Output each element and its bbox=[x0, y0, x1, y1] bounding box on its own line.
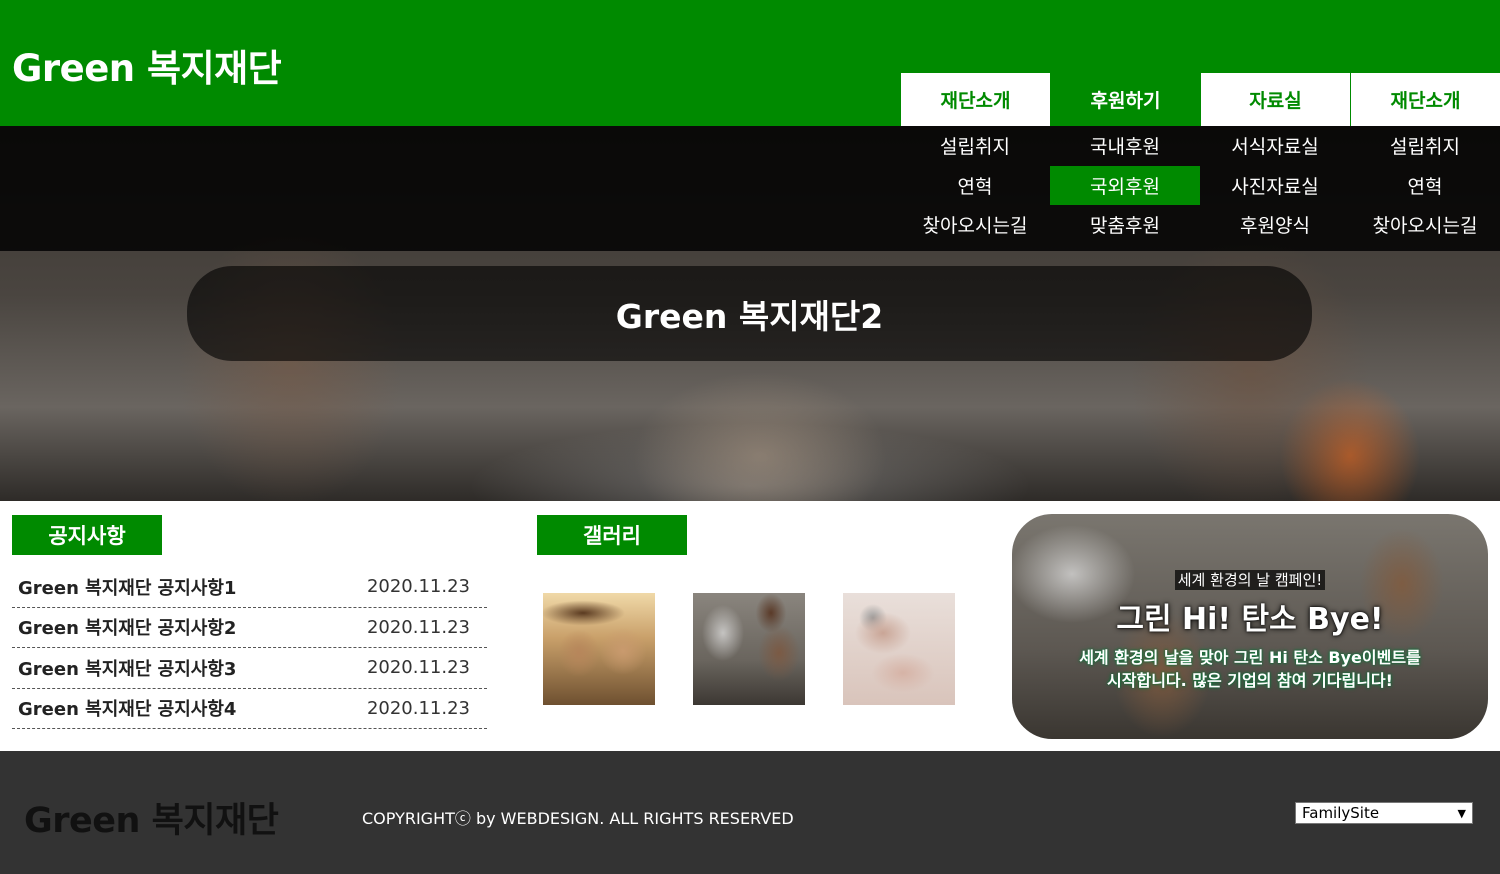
submenu-item[interactable]: 후원양식 bbox=[1200, 205, 1350, 245]
campaign-title: 그린 Hi! 탄소 Bye! bbox=[1116, 602, 1384, 637]
copyright-text: COPYRIGHTⓒ by WEBDESIGN. ALL RIGHTS RESE… bbox=[362, 809, 794, 828]
submenu-item[interactable]: 설립취지 bbox=[1350, 126, 1500, 166]
notice-list: Green 복지재단 공지사항1 2020.11.23 Green 복지재단 공… bbox=[12, 567, 487, 729]
submenu-column-about-2: 설립취지 연혁 찾아오시는길 bbox=[1350, 126, 1500, 245]
notice-row[interactable]: Green 복지재단 공지사항2 2020.11.23 bbox=[12, 608, 487, 648]
notice-row[interactable]: Green 복지재단 공지사항4 2020.11.23 bbox=[12, 689, 487, 729]
submenu-item-active[interactable]: 국외후원 bbox=[1050, 165, 1200, 205]
gallery-heading-tab[interactable]: 갤러리 bbox=[537, 515, 687, 555]
submenu-item[interactable]: 서식자료실 bbox=[1200, 126, 1350, 166]
main-nav: 재단소개 후원하기 자료실 재단소개 bbox=[900, 73, 1500, 126]
nav-item-about-2[interactable]: 재단소개 bbox=[1350, 73, 1500, 126]
campaign-desc-line: 시작합니다. 많은 기업의 참여 기다립니다! bbox=[1107, 671, 1393, 690]
submenu-column-about: 설립취지 연혁 찾아오시는길 bbox=[900, 126, 1050, 245]
campaign-description: 세계 환경의 날을 맞아 그린 Hi 탄소 Bye이벤트를 시작합니다. 많은 … bbox=[1042, 646, 1458, 692]
notice-heading-tab[interactable]: 공지사항 bbox=[12, 515, 162, 555]
notice-date: 2020.11.23 bbox=[366, 616, 470, 638]
submenu-item[interactable]: 연혁 bbox=[1350, 166, 1500, 206]
family-site-value: FamilySite bbox=[1302, 804, 1380, 822]
notice-date: 2020.11.23 bbox=[366, 657, 470, 679]
campaign-tag: 세계 환경의 날 캠페인! bbox=[1174, 570, 1326, 590]
footer-logo: Green 복지재단 bbox=[24, 801, 279, 841]
footer: Green 복지재단 COPYRIGHTⓒ by WEBDESIGN. ALL … bbox=[0, 751, 1500, 874]
notice-title[interactable]: Green 복지재단 공지사항2 bbox=[18, 614, 236, 640]
notice-title[interactable]: Green 복지재단 공지사항4 bbox=[18, 695, 236, 721]
nav-item-donate[interactable]: 후원하기 bbox=[1050, 73, 1200, 126]
campaign-tag-wrap: 세계 환경의 날 캠페인! bbox=[1012, 569, 1488, 590]
submenu-item[interactable]: 찾아오시는길 bbox=[900, 205, 1050, 245]
submenu-item[interactable]: 설립취지 bbox=[900, 126, 1050, 166]
campaign-desc-line: 세계 환경의 날을 맞아 그린 Hi 탄소 Bye이벤트를 bbox=[1079, 648, 1421, 667]
notice-title[interactable]: Green 복지재단 공지사항1 bbox=[18, 574, 236, 600]
notice-row[interactable]: Green 복지재단 공지사항1 2020.11.23 bbox=[12, 567, 487, 608]
gallery-thumbnail[interactable] bbox=[843, 593, 955, 705]
submenu-item[interactable]: 연혁 bbox=[900, 166, 1050, 206]
submenu-column-donate: 국내후원 국외후원 맞춤후원 bbox=[1050, 126, 1200, 245]
site-logo[interactable]: Green 복지재단 bbox=[12, 38, 282, 92]
submenu-item[interactable]: 맞춤후원 bbox=[1050, 205, 1200, 245]
chevron-down-icon: ▼ bbox=[1457, 806, 1466, 820]
hero-title: Green 복지재단2 bbox=[187, 266, 1312, 361]
notice-date: 2020.11.23 bbox=[366, 697, 470, 719]
page: Green 복지재단 재단소개 후원하기 자료실 재단소개 설립취지 연혁 찾아… bbox=[0, 0, 1500, 874]
campaign-card[interactable]: 세계 환경의 날 캠페인! 그린 Hi! 탄소 Bye! 세계 환경의 날을 맞… bbox=[1012, 514, 1488, 739]
nav-item-archive[interactable]: 자료실 bbox=[1200, 73, 1350, 126]
notice-row[interactable]: Green 복지재단 공지사항3 2020.11.23 bbox=[12, 648, 487, 689]
hero-banner-image: 설립취지 연혁 찾아오시는길 국내후원 국외후원 맞춤후원 서식자료실 사진자료… bbox=[0, 126, 1500, 501]
submenu-item[interactable]: 사진자료실 bbox=[1200, 166, 1350, 206]
gallery-thumbnail[interactable] bbox=[693, 593, 805, 705]
header: Green 복지재단 재단소개 후원하기 자료실 재단소개 bbox=[0, 0, 1500, 126]
submenu-column-archive: 서식자료실 사진자료실 후원양식 bbox=[1200, 126, 1350, 245]
submenu-item[interactable]: 찾아오시는길 bbox=[1350, 205, 1500, 245]
nav-item-about[interactable]: 재단소개 bbox=[900, 73, 1050, 126]
family-site-select[interactable]: FamilySite ▼ bbox=[1295, 802, 1473, 824]
submenu-item[interactable]: 국내후원 bbox=[1050, 126, 1200, 166]
notice-title[interactable]: Green 복지재단 공지사항3 bbox=[18, 655, 236, 681]
notice-date: 2020.11.23 bbox=[366, 576, 470, 598]
submenu-panel: 설립취지 연혁 찾아오시는길 국내후원 국외후원 맞춤후원 서식자료실 사진자료… bbox=[0, 126, 1500, 251]
gallery-thumbnail[interactable] bbox=[543, 593, 655, 705]
